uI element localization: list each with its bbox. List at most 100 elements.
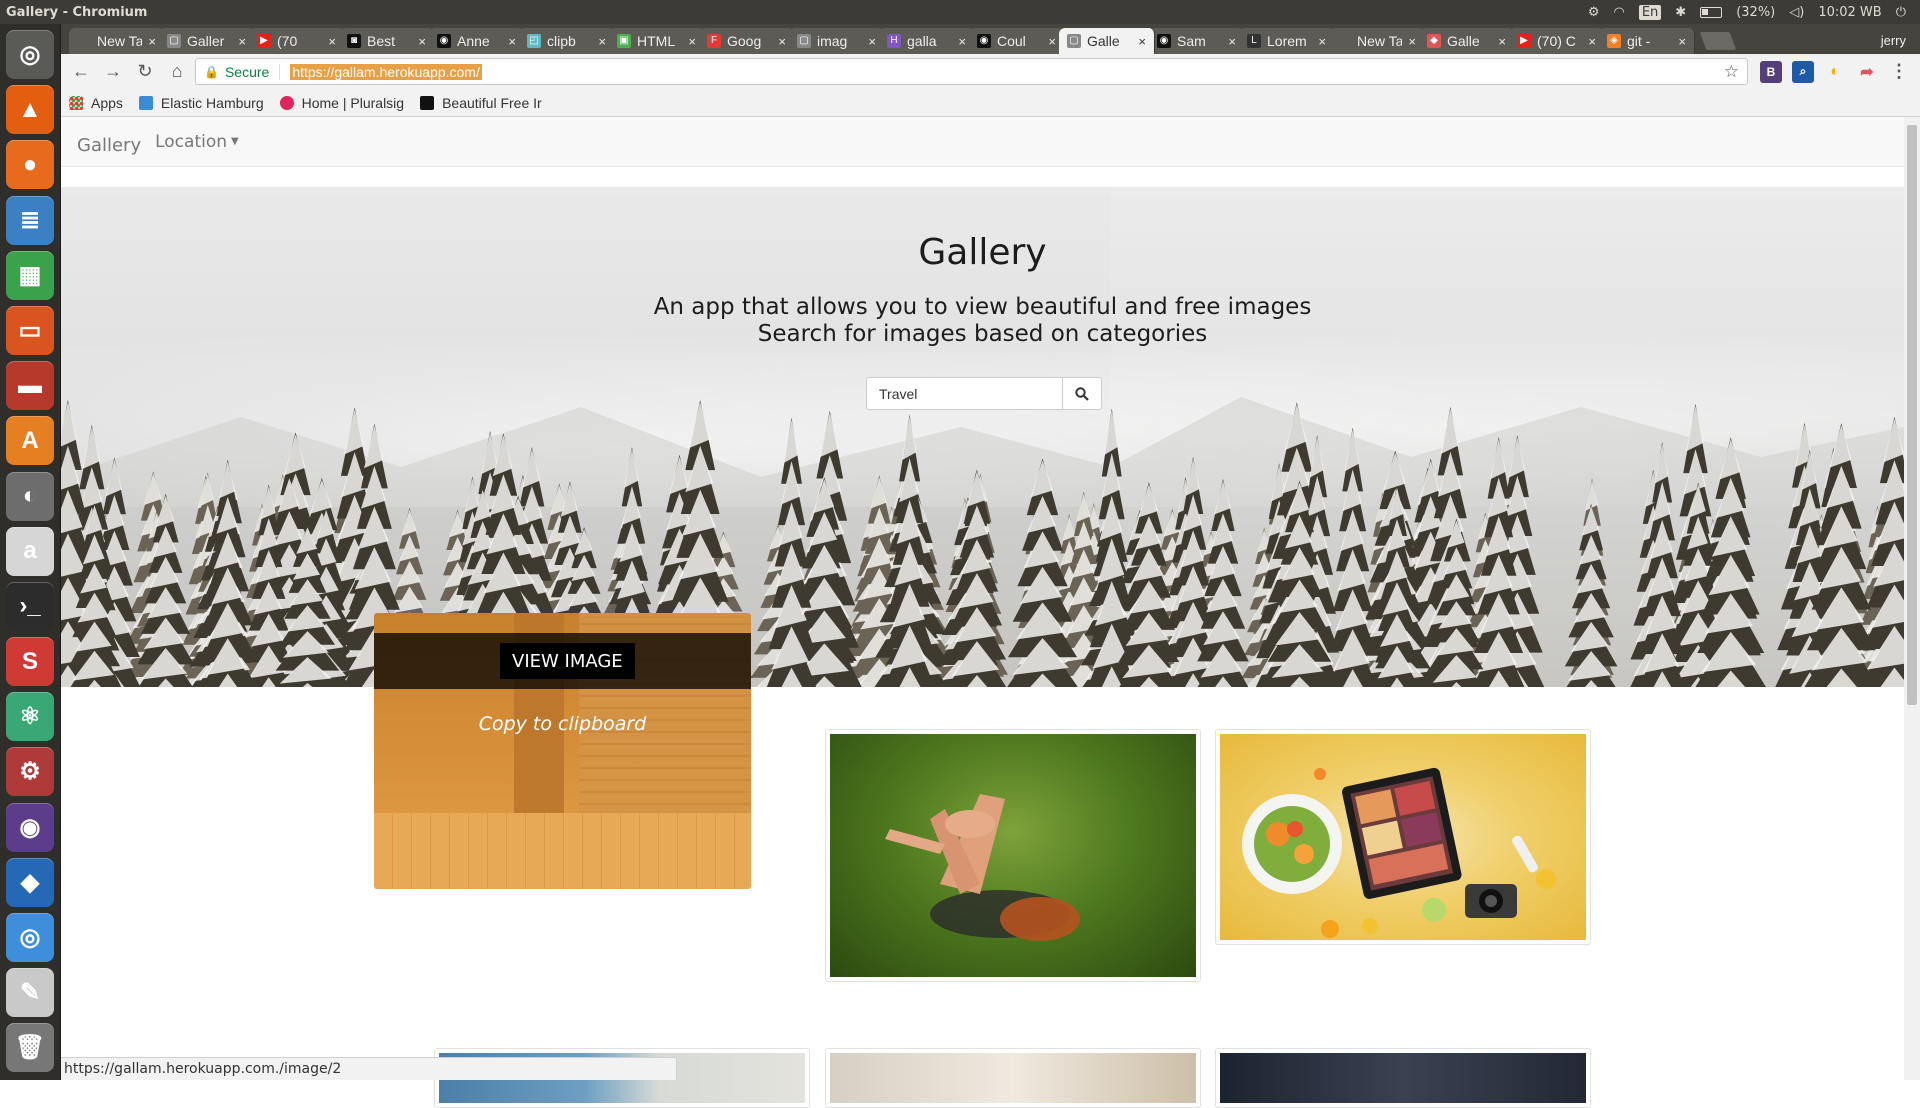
- tab-close-icon[interactable]: ×: [1498, 34, 1506, 49]
- volume-icon[interactable]: ◁): [1789, 5, 1804, 20]
- vscode-icon[interactable]: ◆: [6, 857, 54, 907]
- bookmark-star-icon[interactable]: ☆: [1724, 62, 1739, 82]
- bootstrap-extension-icon[interactable]: B: [1760, 60, 1782, 83]
- browser-tab[interactable]: L Lorem ×: [1239, 28, 1335, 54]
- bookmark-item[interactable]: Home | Pluralsig: [279, 95, 404, 111]
- sublime-icon[interactable]: S: [6, 637, 54, 687]
- browser-tab[interactable]: ▢ imag ×: [789, 28, 885, 54]
- software-center-icon[interactable]: A: [6, 416, 54, 466]
- browser-tab[interactable]: ◙ Best ×: [339, 28, 435, 54]
- gallery-card[interactable]: [1215, 1048, 1591, 1108]
- libreoffice-writer-icon[interactable]: ≣: [6, 195, 54, 245]
- browser-tab[interactable]: ◆ Galle ×: [1419, 28, 1515, 54]
- gallery-image-partial[interactable]: [830, 1053, 1196, 1103]
- tab-close-icon[interactable]: ×: [328, 34, 336, 49]
- browser-tab[interactable]: New Tab ×: [69, 28, 165, 54]
- tab-close-icon[interactable]: ×: [1678, 34, 1686, 49]
- libreoffice-impress-icon[interactable]: ▭: [6, 305, 54, 355]
- gallery-image-shoes[interactable]: VIEW IMAGE Copy to clipboard: [374, 613, 751, 889]
- gallery-card[interactable]: [825, 1048, 1201, 1108]
- tab-close-icon[interactable]: ×: [958, 34, 966, 49]
- bookmark-item[interactable]: Beautiful Free Ir: [420, 95, 542, 111]
- browser-tab[interactable]: ◉ Anne ×: [429, 28, 525, 54]
- browser-tab[interactable]: ◉ Sam ×: [1149, 28, 1245, 54]
- profile-name[interactable]: jerry: [1867, 33, 1920, 54]
- search-button[interactable]: [1062, 377, 1102, 410]
- browser-tab[interactable]: ▶ (70 ×: [249, 28, 345, 54]
- power-icon[interactable]: ⏻: [1896, 5, 1906, 20]
- gallery-image-girl-on-grass[interactable]: [830, 734, 1196, 977]
- tab-close-icon[interactable]: ×: [1228, 34, 1236, 49]
- bookmark-item[interactable]: Apps: [69, 95, 123, 111]
- tab-close-icon[interactable]: ×: [1588, 34, 1596, 49]
- eclipse-icon[interactable]: ◉: [6, 802, 54, 852]
- tab-close-icon[interactable]: ×: [868, 34, 876, 49]
- gallery-card-hovered[interactable]: VIEW IMAGE Copy to clipboard: [374, 613, 751, 889]
- tab-close-icon[interactable]: ×: [688, 34, 696, 49]
- libreoffice-calc-icon[interactable]: ▦: [6, 250, 54, 300]
- keyboard-layout-indicator[interactable]: En: [1638, 4, 1662, 20]
- address-bar[interactable]: 🔒 Secure https://gallam.herokuapp.com/ ☆: [195, 58, 1748, 85]
- tab-close-icon[interactable]: ×: [598, 34, 606, 49]
- share-extension-icon[interactable]: ➦: [1856, 61, 1878, 83]
- new-tab-button[interactable]: [1699, 32, 1737, 50]
- scrollbar-thumb[interactable]: [1907, 125, 1917, 705]
- page-scrollbar[interactable]: [1904, 117, 1920, 1080]
- atom-icon[interactable]: ⚛: [6, 692, 54, 742]
- tab-close-icon[interactable]: ×: [1138, 34, 1146, 49]
- browser-tab[interactable]: ◰ clipb ×: [519, 28, 615, 54]
- bluetooth-icon[interactable]: ✱: [1675, 5, 1686, 20]
- copy-to-clipboard-link[interactable]: Copy to clipboard: [374, 713, 751, 735]
- lock-icon[interactable]: 🔒: [204, 65, 219, 79]
- tab-close-icon[interactable]: ×: [778, 34, 786, 49]
- tab-active[interactable]: ▢ Galle ×: [1059, 28, 1155, 54]
- secure-label[interactable]: Secure: [225, 63, 281, 80]
- browser-tab[interactable]: F Goog ×: [699, 28, 795, 54]
- forward-icon[interactable]: →: [99, 58, 127, 86]
- settings-icon[interactable]: ⚙: [6, 747, 54, 797]
- tab-close-icon[interactable]: ×: [1318, 34, 1326, 49]
- navbar-brand[interactable]: Gallery: [77, 135, 141, 156]
- chromium-icon[interactable]: ◎: [6, 913, 54, 962]
- menu-icon[interactable]: ⋮: [1888, 61, 1910, 83]
- gallery-image-tablet-food[interactable]: [1220, 734, 1586, 940]
- text-editor-icon[interactable]: ✎: [6, 968, 54, 1018]
- amazon-icon[interactable]: a: [6, 526, 54, 576]
- browser-tab[interactable]: Hgalla ×: [879, 28, 975, 54]
- vlc-icon[interactable]: ▲: [6, 85, 54, 135]
- gallery-card[interactable]: [825, 729, 1201, 982]
- bookmark-item[interactable]: Elastic Hamburg: [138, 95, 264, 111]
- search-input[interactable]: [866, 377, 1062, 410]
- browser-tab[interactable]: ◈ git - ×: [1599, 28, 1695, 54]
- browser-tab[interactable]: ◉ Coul ×: [969, 28, 1065, 54]
- browser-tab[interactable]: ▣ HTML ×: [609, 28, 705, 54]
- location-dropdown[interactable]: Location ▼: [155, 132, 239, 152]
- moon-extension-icon[interactable]: ◐: [1824, 61, 1846, 83]
- files-icon[interactable]: ▬: [6, 361, 54, 411]
- reload-icon[interactable]: ↻: [131, 58, 159, 86]
- browser-tab[interactable]: ▢ Galler ×: [159, 28, 255, 54]
- ubuntu-dash-icon[interactable]: ◎: [6, 30, 54, 79]
- terminal-icon[interactable]: ›_: [6, 581, 54, 631]
- battery-percent[interactable]: (32%): [1736, 5, 1775, 20]
- gallery-image-partial[interactable]: [1220, 1053, 1586, 1103]
- battery-icon[interactable]: [1700, 6, 1723, 18]
- tab-close-icon[interactable]: ×: [238, 34, 246, 49]
- firefox-icon[interactable]: ●: [6, 140, 54, 190]
- tab-close-icon[interactable]: ×: [508, 34, 516, 49]
- view-image-button[interactable]: VIEW IMAGE: [500, 643, 635, 679]
- clock[interactable]: 10:02 WB: [1818, 5, 1881, 20]
- url-text[interactable]: https://gallam.herokuapp.com/: [290, 63, 482, 80]
- home-icon[interactable]: ⌂: [163, 58, 191, 86]
- browser-tab[interactable]: ▶ (70) C ×: [1509, 28, 1605, 54]
- search-extension-icon[interactable]: ⌕: [1792, 60, 1814, 83]
- wifi-icon[interactable]: ◠: [1614, 5, 1625, 20]
- back-icon[interactable]: ←: [67, 58, 95, 86]
- tab-close-icon[interactable]: ×: [1048, 34, 1056, 49]
- settings-indicator-icon[interactable]: ⚙: [1588, 5, 1600, 20]
- tab-close-icon[interactable]: ×: [148, 34, 156, 49]
- tab-close-icon[interactable]: ×: [1408, 34, 1416, 49]
- tab-close-icon[interactable]: ×: [418, 34, 426, 49]
- trash-icon[interactable]: 🗑: [6, 1023, 54, 1073]
- system-monitor-icon[interactable]: ◐: [6, 471, 54, 521]
